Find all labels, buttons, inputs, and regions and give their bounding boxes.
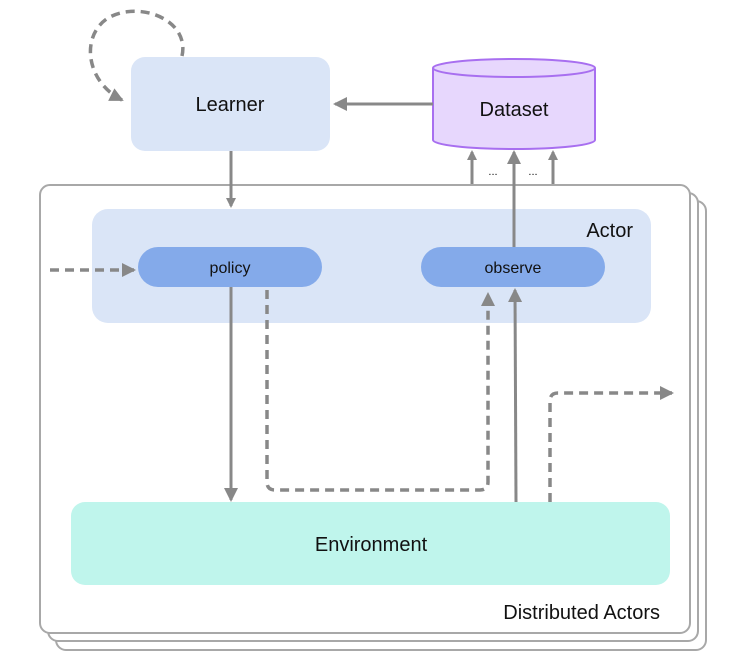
learner-label: Learner xyxy=(196,94,265,116)
environment-label: Environment xyxy=(315,534,428,556)
actor-label: Actor xyxy=(586,220,633,242)
environment-to-observe-arrow xyxy=(508,288,523,503)
diagram: Distributed Actors Actor policy observe … xyxy=(39,9,707,651)
dataset-label: Dataset xyxy=(480,99,549,121)
observe-label: observe xyxy=(485,260,542,277)
distributed-actors-label: Distributed Actors xyxy=(503,602,660,624)
ellipsis-2: ... xyxy=(528,166,537,178)
ellipsis-1: ... xyxy=(488,166,497,178)
policy-label: policy xyxy=(210,260,251,277)
